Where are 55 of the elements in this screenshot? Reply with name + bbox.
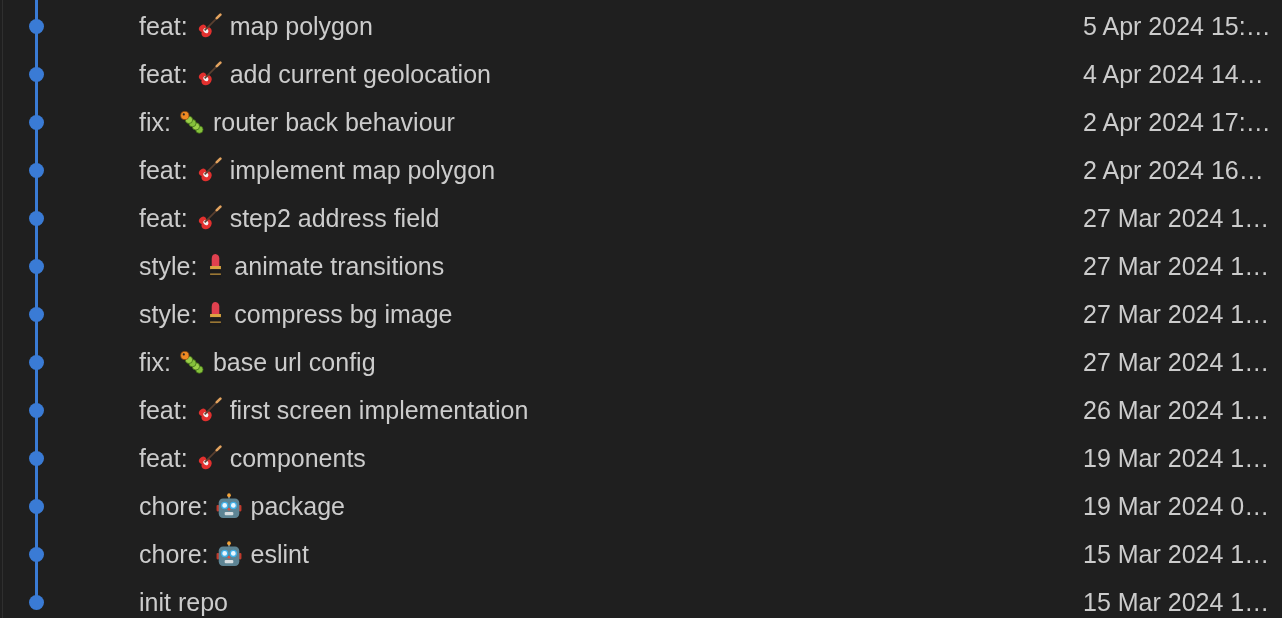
commit-type: fix: bbox=[139, 107, 171, 137]
commit-dot bbox=[29, 66, 44, 82]
commit-message: init repo bbox=[139, 587, 228, 617]
commit-dot bbox=[29, 546, 44, 562]
commit-message: animate transitions bbox=[234, 251, 445, 281]
commit-type: feat: bbox=[139, 11, 188, 41]
commit-type: style: bbox=[139, 299, 198, 329]
commit-message: map polygon bbox=[229, 11, 373, 41]
commit-date: 5 Apr 2024 15:… bbox=[1083, 11, 1272, 41]
commit-type: style: bbox=[139, 251, 198, 281]
commit-date: 26 Mar 2024 1… bbox=[1083, 395, 1271, 425]
commit-type: feat: bbox=[139, 59, 188, 89]
commit-date: 2 Apr 2024 17:… bbox=[1083, 107, 1272, 137]
commit-date: 15 Mar 2024 1… bbox=[1083, 539, 1271, 569]
commit-date: 27 Mar 2024 1… bbox=[1083, 251, 1271, 281]
commit-dot bbox=[29, 258, 44, 274]
commit-message: eslint bbox=[250, 539, 309, 569]
commit-message: implement map polygon bbox=[229, 155, 496, 185]
commit-date: 27 Mar 2024 1… bbox=[1083, 347, 1271, 377]
caterpillar-icon bbox=[178, 109, 205, 135]
robot-icon bbox=[216, 541, 243, 567]
commit-dot bbox=[29, 162, 44, 178]
commit-dot bbox=[29, 450, 44, 466]
commit-type: feat: bbox=[139, 203, 188, 233]
commit-date: 19 Mar 2024 1… bbox=[1083, 443, 1271, 473]
commit-type: chore: bbox=[139, 539, 209, 569]
commit-dot bbox=[29, 498, 44, 514]
commit-message: first screen implementation bbox=[229, 395, 529, 425]
commit-date: 4 Apr 2024 14… bbox=[1083, 59, 1265, 89]
commit-date: 15 Mar 2024 1… bbox=[1083, 587, 1271, 617]
commit-dot bbox=[29, 402, 44, 418]
commit-date: 2 Apr 2024 16… bbox=[1083, 155, 1265, 185]
commit-message: step2 address field bbox=[229, 203, 440, 233]
commit-type: chore: bbox=[139, 491, 209, 521]
commit-message: add current geolocation bbox=[229, 59, 491, 89]
robot-icon bbox=[216, 493, 243, 519]
commit-dot bbox=[29, 114, 44, 130]
commit-dot bbox=[29, 306, 44, 322]
commit-type: fix: bbox=[139, 347, 171, 377]
commit-dot bbox=[29, 210, 44, 226]
commit-message: package bbox=[250, 491, 345, 521]
commit-type: feat: bbox=[139, 443, 188, 473]
commit-message: components bbox=[229, 443, 366, 473]
commit-dot bbox=[29, 18, 44, 34]
commit-message: router back behaviour bbox=[212, 107, 455, 137]
caterpillar-icon bbox=[178, 349, 205, 375]
commit-dot bbox=[29, 594, 44, 610]
commit-message: compress bg image bbox=[234, 299, 453, 329]
commit-date: 27 Mar 2024 1… bbox=[1083, 203, 1271, 233]
commit-date: 27 Mar 2024 1… bbox=[1083, 299, 1271, 329]
commit-dot bbox=[29, 354, 44, 370]
commit-date: 19 Mar 2024 0… bbox=[1083, 491, 1271, 521]
commit-message: base url config bbox=[212, 347, 376, 377]
commit-type: feat: bbox=[139, 395, 188, 425]
commit-type: feat: bbox=[139, 155, 188, 185]
